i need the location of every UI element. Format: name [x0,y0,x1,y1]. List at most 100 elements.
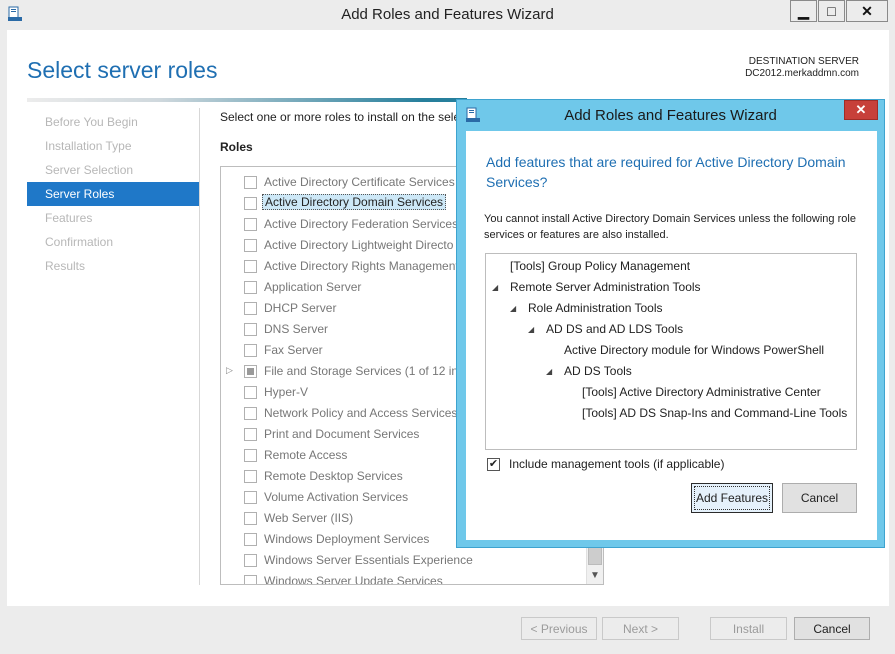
include-tools-checkbox[interactable]: ✔ [487,458,500,471]
nav-item-server-selection[interactable]: Server Selection [27,158,199,182]
nav-item-server-roles[interactable]: Server Roles [27,182,199,206]
role-label: Application Server [264,280,362,294]
role-checkbox[interactable] [244,281,257,294]
role-checkbox[interactable] [244,491,257,504]
tree-item[interactable]: ◢ Role Administration Tools [510,298,663,319]
role-label: Windows Deployment Services [264,532,430,546]
role-row[interactable]: Windows Server Essentials Experience [221,550,587,571]
role-label: Network Policy and Access Services [264,406,458,420]
role-label: Active Directory Lightweight Directo [264,238,454,252]
close-icon: ✕ [855,102,867,117]
role-checkbox[interactable] [244,176,257,189]
install-button[interactable]: Install [710,617,787,640]
dialog-cancel-button[interactable]: Cancel [782,483,857,513]
role-label: Active Directory Federation Services [264,217,459,231]
tree-item[interactable]: ◢ AD DS Tools [546,361,632,382]
tree-item-label: [Tools] Active Directory Administrative … [582,385,821,399]
role-checkbox[interactable] [244,470,257,483]
nav-item-before-you-begin[interactable]: Before You Begin [27,110,199,134]
role-label: Web Server (IIS) [264,511,354,525]
minimize-button[interactable]: ▁ [790,0,817,22]
tree-item-label: Remote Server Administration Tools [510,280,701,294]
dialog-description: You cannot install Active Directory Doma… [484,213,856,241]
minimize-icon: ▁ [798,2,809,19]
nav-divider [199,108,200,585]
tree-item[interactable]: ◢ AD DS and AD LDS Tools [528,319,684,340]
dialog-close-button[interactable]: ✕ [844,100,878,120]
role-label: Active Directory Domain Services [262,194,447,210]
role-label: Fax Server [264,343,323,357]
window-title: Add Roles and Features Wizard [341,6,554,23]
maximize-icon: □ [827,3,836,19]
dialog-heading: Add features that are required for Activ… [486,154,846,190]
next-button[interactable]: Next > [602,617,679,640]
collapse-icon[interactable]: ◢ [528,319,534,340]
destination-server-name: DC2012.merkaddmn.com [745,68,859,79]
title-bar: Add Roles and Features Wizard ▁ □ ✕ [0,0,895,30]
role-checkbox[interactable] [244,365,257,378]
role-checkbox[interactable] [244,512,257,525]
role-checkbox[interactable] [244,575,257,584]
role-checkbox[interactable] [244,407,257,420]
nav-item-features[interactable]: Features [27,206,199,230]
dialog-title: Add Roles and Features Wizard [564,107,777,124]
tree-item-label: AD DS and AD LDS Tools [546,322,684,336]
role-row[interactable]: Windows Server Update Services [221,571,587,585]
role-checkbox[interactable] [244,218,257,231]
tree-item-label: [Tools] AD DS Snap-Ins and Command-Line … [582,406,848,420]
tree-item-label: AD DS Tools [564,364,632,378]
collapse-icon[interactable]: ◢ [546,361,552,382]
collapse-icon[interactable]: ◢ [510,298,516,319]
destination-server-label: DESTINATION SERVER [748,56,859,67]
role-checkbox[interactable] [244,323,257,336]
nav-item-results[interactable]: Results [27,254,199,278]
role-checkbox[interactable] [244,260,257,273]
role-checkbox[interactable] [244,449,257,462]
maximize-button[interactable]: □ [818,0,845,22]
role-checkbox[interactable] [244,428,257,441]
role-checkbox[interactable] [244,554,257,567]
role-label: File and Storage Services (1 of 12 ins [264,364,465,378]
role-label: Active Directory Rights Management [264,259,459,273]
role-label: DHCP Server [264,301,337,315]
role-label: Print and Document Services [264,427,420,441]
role-label: Remote Access [264,448,348,462]
required-features-tree[interactable]: [Tools] Group Policy Management ◢ Remote S… [485,253,857,450]
tree-item[interactable]: [Tools] Group Policy Management [510,256,690,277]
close-button[interactable]: ✕ [846,0,888,22]
role-label: Remote Desktop Services [264,469,403,483]
roles-heading: Roles [220,140,253,154]
role-label: Windows Server Essentials Experience [264,553,473,567]
page-title: Select server roles [27,57,218,83]
wizard-nav: Before You Begin Installation Type Server … [27,110,199,278]
role-checkbox[interactable] [244,302,257,315]
role-checkbox[interactable] [244,197,257,210]
role-label: Windows Server Update Services [264,574,443,585]
roles-instruction: Select one or more roles to install on t… [220,110,461,124]
role-checkbox[interactable] [244,239,257,252]
previous-button[interactable]: < Previous [521,617,597,640]
tree-item[interactable]: [Tools] AD DS Snap-Ins and Command-Line … [582,403,847,424]
wizard-footer: < Previous Next > Install Cancel [0,606,895,654]
tree-item-label: [Tools] Group Policy Management [510,259,691,273]
header-divider [27,98,467,102]
role-checkbox[interactable] [244,386,257,399]
tree-item[interactable]: [Tools] Active Directory Administrative … [582,382,821,403]
tree-item[interactable]: ◢ Remote Server Administration Tools [492,277,701,298]
nav-item-confirmation[interactable]: Confirmation [27,230,199,254]
tree-item[interactable]: Active Directory module for Windows Powe… [564,340,824,361]
cancel-button[interactable]: Cancel [794,617,870,640]
role-checkbox[interactable] [244,533,257,546]
role-checkbox[interactable] [244,344,257,357]
tree-item-label: Active Directory module for Windows Powe… [564,343,825,357]
expand-icon[interactable]: ▷ [226,365,233,376]
add-features-dialog: Add Roles and Features Wizard ✕ Add feat… [456,99,885,548]
nav-item-installation-type[interactable]: Installation Type [27,134,199,158]
role-label: Active Directory Certificate Services [264,175,455,189]
add-features-button[interactable]: Add Features [691,483,773,513]
role-label: Volume Activation Services [264,490,409,504]
collapse-icon[interactable]: ◢ [492,277,498,298]
close-icon: ✕ [861,2,873,19]
role-label: Hyper-V [264,385,309,399]
scroll-down-icon[interactable]: ▼ [587,568,603,584]
